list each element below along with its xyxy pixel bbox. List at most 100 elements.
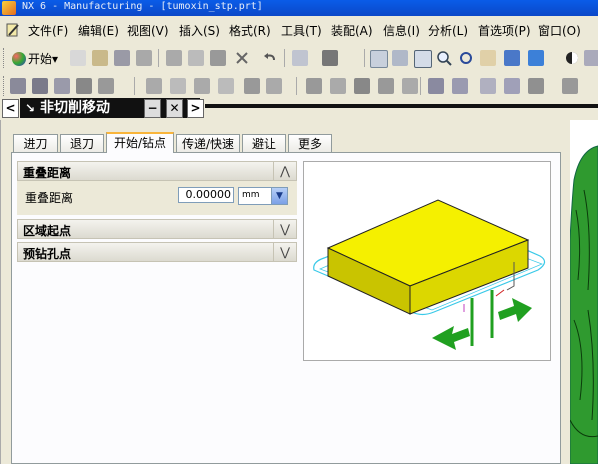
fit-icon[interactable]	[370, 50, 388, 68]
pan-icon[interactable]	[480, 50, 496, 66]
machine-view-icon[interactable]	[504, 78, 520, 94]
cut-icon[interactable]	[166, 50, 182, 66]
menu-file[interactable]: 文件(F)	[28, 22, 68, 39]
section-title: 重叠距离	[23, 166, 72, 180]
tab-transfer-rapid[interactable]: 传递/快速	[176, 134, 240, 152]
create-method-icon[interactable]	[76, 78, 92, 94]
menu-information[interactable]: 信息(I)	[383, 22, 420, 39]
arrow-left-icon	[432, 326, 470, 350]
method-view-icon[interactable]	[528, 78, 544, 94]
list-path-icon[interactable]	[266, 78, 282, 94]
section-title: 预钻孔点	[23, 247, 72, 261]
back-button[interactable]: <	[2, 99, 19, 118]
edit-path-icon[interactable]	[218, 78, 234, 94]
render-style-icon[interactable]	[528, 50, 544, 66]
create-geometry-icon[interactable]	[54, 78, 70, 94]
feeds-speeds-icon[interactable]	[452, 78, 468, 94]
menu-insert[interactable]: 插入(S)	[179, 22, 220, 39]
forward-button[interactable]: >	[187, 99, 204, 118]
menu-assembly[interactable]: 装配(A)	[331, 22, 373, 39]
part-model-view	[570, 120, 598, 464]
nx-menu-icon[interactable]	[4, 21, 22, 39]
collapse-chevron-icon[interactable]: ⋀	[273, 162, 296, 180]
overlap-distance-input[interactable]: 0.00000	[178, 187, 234, 203]
verify-path-icon[interactable]	[194, 78, 210, 94]
shading-icon[interactable]	[564, 50, 580, 66]
expand-chevron-icon[interactable]: ⋁	[273, 220, 296, 238]
program-view-icon[interactable]	[562, 78, 578, 94]
start-label: 开始	[28, 52, 53, 66]
toolpath-end-mark	[495, 289, 505, 297]
delete-path-icon[interactable]	[244, 78, 260, 94]
unit-select[interactable]: mm ▼	[238, 187, 288, 205]
menu-window[interactable]: 窗口(O)	[538, 22, 581, 39]
machine-icon[interactable]	[354, 78, 370, 94]
view-orient-icon[interactable]	[504, 50, 520, 66]
non-cutting-moves-dialog: 进刀 退刀 开始/钻点 传递/快速 避让 更多 重叠距离 ⋀ 重叠距离 0.00…	[0, 120, 571, 464]
undo-icon[interactable]	[262, 50, 278, 66]
menu-bar: 文件(F) 编辑(E) 视图(V) 插入(S) 格式(R) 工具(T) 装配(A…	[0, 16, 598, 45]
paste-icon[interactable]	[210, 50, 226, 66]
simulate-icon[interactable]	[402, 78, 418, 94]
start-icon	[12, 52, 26, 66]
create-program-icon[interactable]	[10, 78, 26, 94]
dropdown-arrow-icon[interactable]: ▼	[271, 188, 287, 204]
section-region-start-points[interactable]: 区域起点 ⋁	[17, 219, 297, 239]
tab-more[interactable]: 更多	[288, 134, 332, 152]
unit-value: mm	[242, 190, 260, 200]
dialog-navigation-bar: < ↘ 非切削移动 − ✕ >	[0, 98, 598, 120]
section-predrill-points[interactable]: 预钻孔点 ⋁	[17, 242, 297, 262]
print-icon[interactable]	[136, 50, 152, 66]
title-underline	[205, 104, 598, 108]
find-icon[interactable]	[322, 50, 338, 66]
window-title: NX 6 - Manufacturing - [tumoxin_stp.prt]	[22, 1, 263, 12]
new-icon[interactable]	[70, 50, 86, 66]
menu-format[interactable]: 格式(R)	[229, 22, 271, 39]
tab-retract[interactable]: 退刀	[60, 134, 104, 152]
start-dropdown-arrow: ▾	[52, 52, 59, 66]
shop-doc-icon[interactable]	[330, 78, 346, 94]
section-overlap-distance[interactable]: 重叠距离 ⋀	[17, 161, 297, 181]
minimize-button[interactable]: −	[144, 99, 161, 118]
start-button[interactable]: 开始▾	[12, 50, 58, 67]
postprocess-icon[interactable]	[306, 78, 322, 94]
save-icon[interactable]	[114, 50, 130, 66]
section-title: 区域起点	[23, 224, 72, 238]
generate-path-icon[interactable]	[146, 78, 162, 94]
replay-path-icon[interactable]	[170, 78, 186, 94]
menu-edit[interactable]: 编辑(E)	[78, 22, 119, 39]
expand-chevron-icon[interactable]: ⋁	[273, 243, 296, 261]
collapse-arrow-icon[interactable]: ↘	[20, 98, 40, 118]
toolbar-grip[interactable]	[3, 48, 7, 68]
open-icon[interactable]	[92, 50, 108, 66]
create-operation-icon[interactable]	[98, 78, 114, 94]
tab-start-drill-points[interactable]: 开始/钻点	[106, 132, 174, 153]
geometry-view-icon[interactable]	[480, 78, 496, 94]
delete-icon[interactable]	[234, 50, 250, 66]
more-icon[interactable]	[584, 50, 598, 66]
graphics-window[interactable]	[570, 120, 598, 464]
tab-avoidance[interactable]: 避让	[242, 134, 286, 152]
menu-preferences[interactable]: 首选项(P)	[478, 22, 531, 39]
menu-tools[interactable]: 工具(T)	[281, 22, 322, 39]
create-tool-icon[interactable]	[32, 78, 48, 94]
tab-engage[interactable]: 进刀	[13, 134, 58, 152]
zoom-in-icon[interactable]	[436, 50, 452, 66]
zoom-icon[interactable]	[414, 50, 432, 68]
zoom-window-icon[interactable]	[392, 50, 408, 66]
copy-icon[interactable]	[188, 50, 204, 66]
menu-view[interactable]: 视图(V)	[127, 22, 169, 39]
toolbar-grip[interactable]	[3, 76, 7, 96]
menu-analysis[interactable]: 分析(L)	[428, 22, 468, 39]
nx-app-icon[interactable]	[2, 1, 16, 15]
manufacturing-toolbar	[0, 72, 598, 101]
standard-toolbar: 开始▾	[0, 44, 598, 73]
arrow-right-icon	[498, 298, 532, 322]
close-button[interactable]: ✕	[166, 99, 183, 118]
select-icon[interactable]	[292, 50, 308, 66]
overlap-diagram	[313, 199, 546, 350]
tool-path-icon[interactable]	[378, 78, 394, 94]
rotate-icon[interactable]	[458, 50, 474, 66]
output-cldata-icon[interactable]	[428, 78, 444, 94]
overlap-illustration	[303, 161, 551, 361]
